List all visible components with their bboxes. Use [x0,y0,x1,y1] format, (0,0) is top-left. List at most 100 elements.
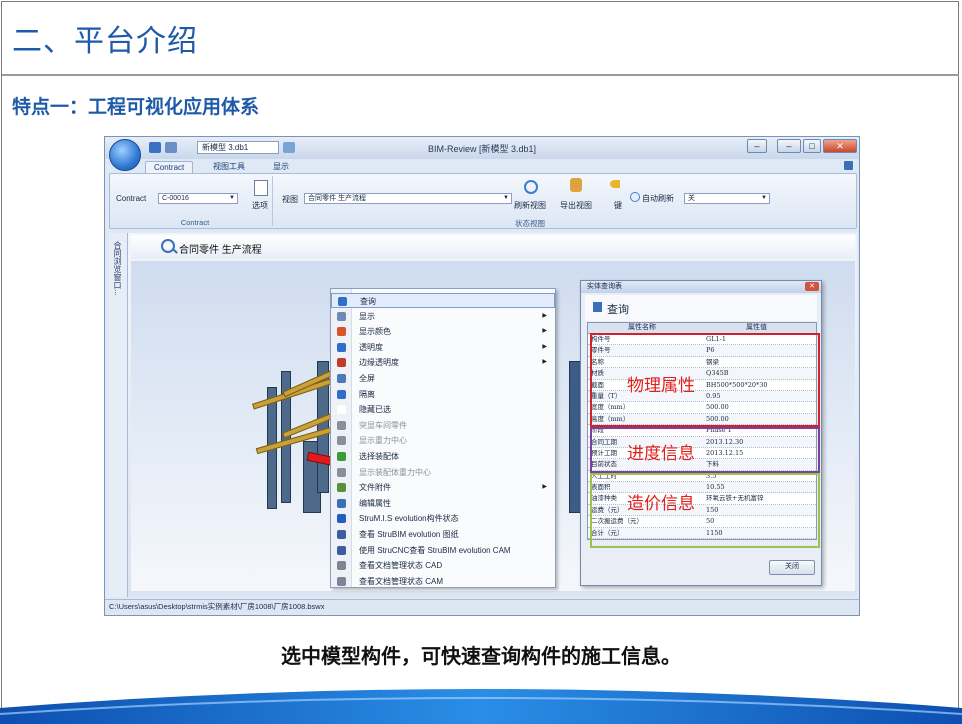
menu-item-label: 显示重力中心 [359,436,407,446]
menu-item[interactable]: 边缘透明度 ▶ [331,355,555,370]
menu-item-icon [337,467,346,477]
menu-item[interactable]: 查询 [331,293,555,308]
menu-item[interactable]: 查看文档管理状态 CAM [331,574,555,589]
menu-item-icon [337,358,346,368]
status-bar: C:\Users\asus\Desktop\strmis实例素材\厂房1008\… [105,599,859,614]
menu-item[interactable]: 突显车间零件 [331,418,555,433]
menu-item-icon [337,576,346,586]
view-field-label: 视图 [282,195,298,204]
sidebar-label: 合同浏览窗口... [113,241,122,296]
physical-properties-label: 物理属性 [627,376,695,396]
key-icon[interactable] [610,180,620,188]
ribbon-tabs: Contract 视图工具 显示 [105,159,859,174]
dialog-header-text: 查询 [607,304,629,316]
menu-item-label: 查看 StruBIM evolution 图纸 [359,530,459,539]
menu-item-icon [337,514,346,524]
cost-info-box [590,473,820,548]
menu-item-label: 使用 StruCNC查看 StruBIM evolution CAM [359,545,511,555]
auto-refresh-combo[interactable]: 关 ▼ [684,193,770,204]
menu-item[interactable]: 透明度 ▶ [331,340,555,355]
submenu-arrow-icon: ▶ [542,328,547,335]
menu-item-label: 隐藏已选 [359,405,391,415]
menu-item-icon [337,561,346,571]
progress-info-label: 进度信息 [627,444,695,464]
menu-item[interactable]: 查看 StruBIM evolution 图纸 [331,527,555,542]
refresh-view-button[interactable]: 刷新视图 [514,200,546,211]
maximize-button[interactable]: □ [803,139,821,153]
chevron-down-icon: ▼ [503,195,509,201]
menu-item[interactable]: 选择装配体 [331,449,555,464]
minimize-button[interactable]: – [777,139,801,153]
help-icon[interactable] [844,161,853,170]
menu-item-label: 全屏 [359,374,375,383]
menu-item[interactable]: 显示重力中心 [331,433,555,448]
menu-item-icon [337,342,346,352]
options-icon[interactable] [254,180,268,196]
chevron-down-icon: ▼ [229,195,235,201]
menu-item[interactable]: 隐藏已选 [331,402,555,417]
export-icon[interactable] [570,178,582,192]
context-menu: 查询 显示 ▶ 显示颜色 ▶ 透明度 ▶ 边缘透明度 ▶ 全屏 隔离 隐藏已选 突显车间零件 显示重力中心… [330,288,556,588]
auto-refresh-label: 自动刷新 [642,194,674,203]
cost-info-label: 造价信息 [627,494,695,514]
column-header-value: 属性值 [746,324,767,331]
auto-refresh-icon [630,192,640,202]
tab-display[interactable]: 显示 [265,161,297,173]
menu-item[interactable]: 隔离 [331,387,555,402]
decorative-wave [0,689,962,724]
contract-combo-value: C-00016 [162,195,189,202]
submenu-arrow-icon: ▶ [542,484,547,491]
view-combo[interactable]: 合同零件 生产流程 ▼ [304,193,512,204]
menu-item-label: 显示颜色 [359,327,391,337]
menu-item-icon [337,530,346,539]
contract-group-label: Contract [180,218,210,227]
title-divider [2,74,959,76]
menu-item-label: 透明度 [359,342,383,352]
export-view-button[interactable]: 导出视图 [560,200,592,211]
page-title: 二、平台介绍 [12,24,198,59]
menu-item-label: 隔离 [359,389,375,399]
column-header-name: 属性名称 [628,324,656,331]
menu-item-icon [337,327,346,337]
menu-item-icon [337,420,346,430]
restore-small-button[interactable]: – [747,139,767,153]
progress-info-box [590,427,820,473]
section-subtitle: 特点一：工程可视化应用体系 [12,96,260,118]
menu-item-icon [337,374,346,383]
contract-combo[interactable]: C-00016 ▼ [158,193,238,204]
menu-item[interactable]: 文件附件 ▶ [331,480,555,495]
menu-item-icon [337,405,346,415]
dialog-close-icon[interactable]: ✕ [805,282,819,291]
menu-item[interactable]: 显示颜色 ▶ [331,324,555,339]
menu-item-label: 查看文档管理状态 CAD [359,561,443,571]
close-dialog-button[interactable]: 关闭 [769,560,815,575]
menu-item[interactable]: StruM.I.S evolution构件状态 [331,511,555,526]
contract-browser-panel[interactable]: 合同浏览窗口... [109,233,128,597]
menu-item-icon [337,452,346,461]
entity-query-dialog: 实体查询表 ✕ 查询 属性名称 属性值 构件号 GL1-1 零件号 P6 名称 钢梁 材质 Q… [580,280,822,586]
tab-view-tools[interactable]: 视图工具 [205,161,253,173]
menu-item-label: 选择装配体 [359,452,399,461]
menu-item[interactable]: 显示 ▶ [331,309,555,324]
key-button[interactable]: 键 [614,200,622,211]
menu-item-label: 显示 [359,311,375,321]
title-bar: 新模型 3.db1 BIM-Review [新模型 3.db1] – – □ ✕ [105,137,859,159]
menu-item[interactable]: 显示装配体重力中心 [331,465,555,480]
refresh-icon[interactable] [524,180,538,194]
view-title: 合同零件 生产流程 [179,245,262,256]
menu-item[interactable]: 查看文档管理状态 CAD [331,558,555,573]
menu-item[interactable]: 全屏 [331,371,555,386]
query-icon [593,302,602,312]
contract-field-label: Contract [116,194,147,203]
dialog-title: 实体查询表 [581,281,821,293]
close-button[interactable]: ✕ [823,139,857,153]
app-menu-orb[interactable] [109,139,141,171]
menu-item-label: 文件附件 [359,483,391,493]
ribbon: Contract C-00016 ▼ 选项 Contract 视图 合同零件 生产… [109,173,857,229]
options-button[interactable]: 选项 [252,200,268,211]
menu-item[interactable]: 编辑属性 [331,496,555,511]
menu-item[interactable]: 使用 StruCNC查看 StruBIM evolution CAM [331,543,555,558]
dialog-header: 查询 [585,295,817,321]
slide-caption: 选中模型构件，可快速查询构件的施工信息。 [281,644,681,668]
view-header: 合同零件 生产流程 [131,235,855,259]
